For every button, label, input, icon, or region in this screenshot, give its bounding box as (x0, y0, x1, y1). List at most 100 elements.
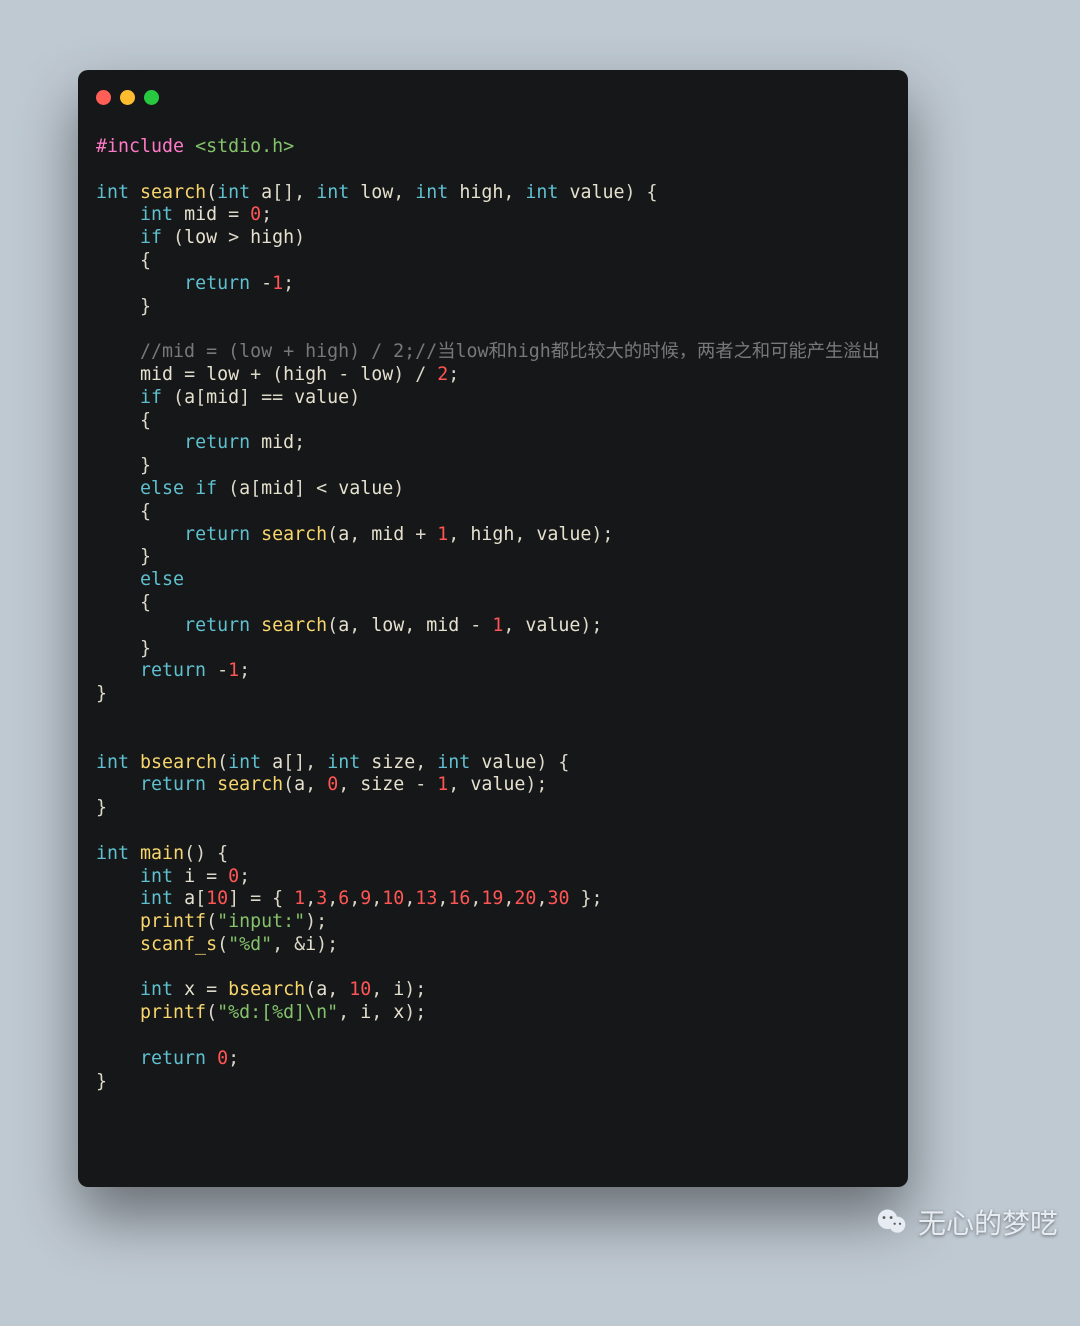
code-token: int (140, 204, 173, 225)
code-token: { (96, 250, 151, 271)
code-token: a (338, 524, 349, 545)
code-token: ( (217, 478, 239, 499)
code-token: value (525, 615, 580, 636)
code-token: > (217, 227, 250, 248)
code-token (250, 432, 261, 453)
minimize-icon[interactable] (120, 90, 135, 105)
code-token: = (195, 866, 228, 887)
window-controls (96, 90, 159, 105)
code-token: bsearch (228, 979, 305, 1000)
code-token: = (173, 364, 206, 385)
code-token: high (459, 182, 503, 203)
code-token (96, 660, 140, 681)
code-token (96, 524, 184, 545)
code-token: , (470, 888, 481, 909)
code-token: [], (283, 752, 327, 773)
code-token: , (536, 888, 547, 909)
code-token: ); (591, 524, 613, 545)
code-token: else (140, 569, 184, 590)
code-token: , (503, 888, 514, 909)
code-token: - (459, 615, 492, 636)
code-token: ; (239, 660, 250, 681)
code-token (96, 364, 140, 385)
code-token: printf (140, 1002, 206, 1023)
code-token: = (195, 979, 228, 1000)
code-token: + (404, 524, 437, 545)
code-token: ; (239, 866, 250, 887)
code-token: - (327, 364, 360, 385)
code-token: return (184, 273, 250, 294)
code-token: int (415, 182, 448, 203)
code-window: #include <stdio.h> int search(int a[], i… (78, 70, 908, 1187)
code-token: 20 (514, 888, 536, 909)
code-token: ) (349, 387, 360, 408)
code-token: () { (184, 843, 228, 864)
code-token: , (338, 774, 360, 795)
zoom-icon[interactable] (144, 90, 159, 105)
code-token: ); (404, 1002, 426, 1023)
code-token: "input:" (217, 911, 305, 932)
close-icon[interactable] (96, 90, 111, 105)
code-token (184, 478, 195, 499)
code-token: 16 (448, 888, 470, 909)
code-token: ) / (393, 364, 437, 385)
code-token: 30 (547, 888, 569, 909)
code-token: mid (371, 524, 404, 545)
code-token (96, 204, 140, 225)
code-token: ( (206, 911, 217, 932)
code-token: low (206, 364, 239, 385)
code-token: ; (448, 364, 459, 385)
code-token: = (217, 204, 250, 225)
code-token: mid (206, 387, 239, 408)
code-token: 13 (415, 888, 437, 909)
code-token: low (360, 182, 393, 203)
code-token: } (96, 296, 151, 317)
code-token: value (338, 478, 393, 499)
code-token: ( (162, 227, 184, 248)
code-token (96, 866, 140, 887)
code-token: 10 (382, 888, 404, 909)
code-token: 1 (294, 888, 305, 909)
code-token: , (404, 888, 415, 909)
code-token: "%d" (228, 934, 272, 955)
code-token (558, 182, 569, 203)
code-token: ( (217, 934, 228, 955)
code-token: 10 (349, 979, 371, 1000)
code-token: int (217, 182, 250, 203)
code-token: ); (580, 615, 602, 636)
code-token: ( (206, 1002, 217, 1023)
code-token: , (305, 774, 327, 795)
code-token: 1 (228, 660, 239, 681)
code-token: ( (206, 182, 217, 203)
code-token (96, 774, 140, 795)
code-token: return (184, 524, 250, 545)
code-token: mid (184, 204, 217, 225)
code-token: return (184, 615, 250, 636)
code-token: , (404, 615, 426, 636)
code-token: #include (96, 136, 184, 157)
code-token: ); (316, 934, 338, 955)
code-token: ( (217, 752, 228, 773)
code-token: a (316, 979, 327, 1000)
code-block: #include <stdio.h> int search(int a[], i… (96, 136, 890, 1093)
code-token: size (371, 752, 415, 773)
code-token (129, 182, 140, 203)
code-token: ( (305, 979, 316, 1000)
code-token (360, 752, 371, 773)
code-token: if (140, 227, 162, 248)
code-token: value (569, 182, 624, 203)
code-token: 10 (206, 888, 228, 909)
code-token: { (96, 501, 151, 522)
code-token: }; (569, 888, 602, 909)
code-token: int (316, 182, 349, 203)
code-token (349, 182, 360, 203)
code-token: , (415, 752, 437, 773)
code-token: , & (272, 934, 305, 955)
code-token: ] == (239, 387, 294, 408)
code-token: } (96, 1071, 107, 1092)
code-token: //mid = (low + high) / 2;//当low和high都比较大… (140, 341, 880, 362)
code-token: } (96, 683, 107, 704)
code-token: value (481, 752, 536, 773)
code-token: int (140, 979, 173, 1000)
wechat-icon (876, 1206, 908, 1238)
